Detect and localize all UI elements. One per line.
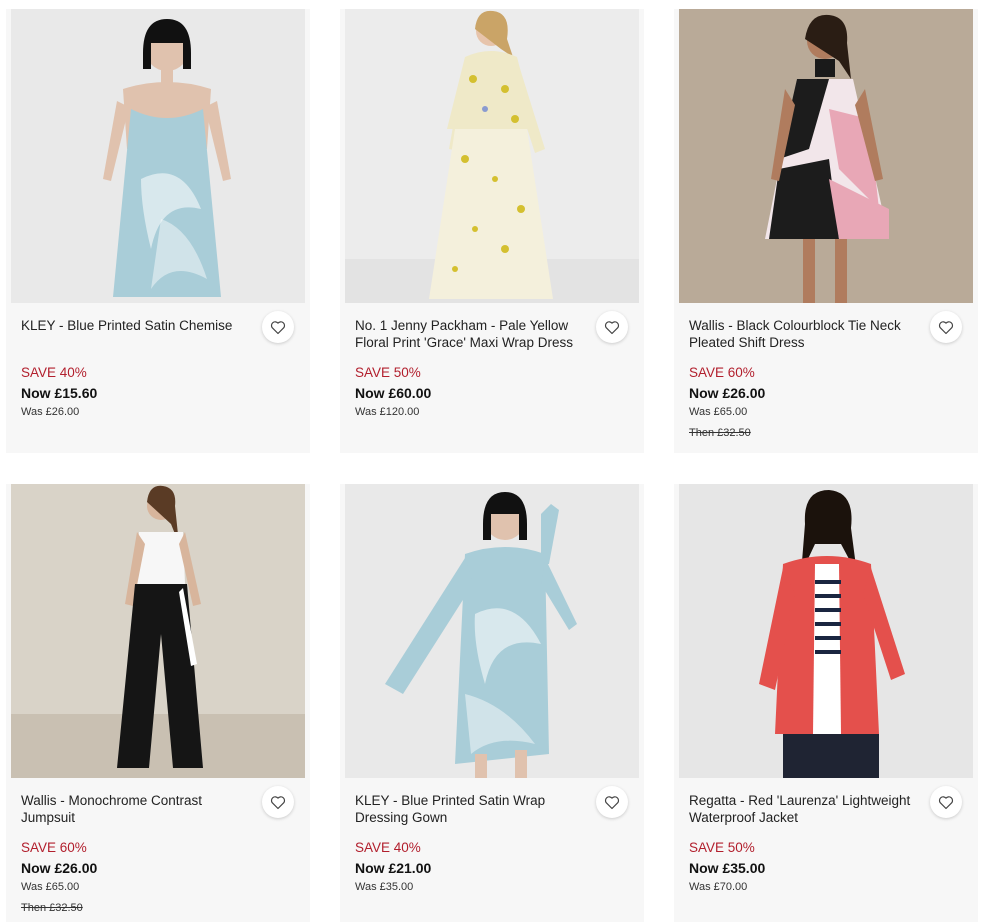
product-card[interactable]: Wallis - Monochrome Contrast Jumpsuit SA… [6, 484, 310, 922]
wishlist-button[interactable] [262, 311, 294, 343]
product-card[interactable]: KLEY - Blue Printed Satin Chemise SAVE 4… [6, 9, 310, 453]
wishlist-button[interactable] [930, 311, 962, 343]
current-price: Now £21.00 [355, 860, 432, 876]
then-price: Then £32.50 [689, 427, 751, 439]
save-percentage: SAVE 50% [355, 365, 421, 380]
current-price: Now £60.00 [355, 385, 432, 401]
product-image[interactable] [679, 484, 973, 778]
heart-icon [604, 795, 620, 809]
product-card[interactable]: Wallis - Black Colourblock Tie Neck Plea… [674, 9, 978, 453]
heart-icon [604, 320, 620, 334]
was-price: Was £65.00 [689, 406, 748, 418]
product-title[interactable]: Regatta - Red 'Laurenza' Lightweight Wat… [689, 792, 919, 826]
current-price: Now £35.00 [689, 860, 766, 876]
product-grid: KLEY - Blue Printed Satin Chemise SAVE 4… [0, 0, 981, 922]
was-price: Was £35.00 [355, 881, 414, 893]
save-percentage: SAVE 60% [689, 365, 755, 380]
was-price: Was £120.00 [355, 406, 420, 418]
product-image[interactable] [345, 484, 639, 778]
then-price: Then £32.50 [21, 902, 83, 914]
save-percentage: SAVE 40% [21, 365, 87, 380]
product-title[interactable]: KLEY - Blue Printed Satin Chemise [21, 317, 251, 334]
product-image[interactable] [679, 9, 973, 303]
heart-icon [270, 320, 286, 334]
heart-icon [938, 795, 954, 809]
product-title[interactable]: No. 1 Jenny Packham - Pale Yellow Floral… [355, 317, 585, 351]
wishlist-button[interactable] [596, 786, 628, 818]
current-price: Now £26.00 [689, 385, 766, 401]
heart-icon [938, 320, 954, 334]
current-price: Now £15.60 [21, 385, 98, 401]
wishlist-button[interactable] [596, 311, 628, 343]
product-title[interactable]: Wallis - Black Colourblock Tie Neck Plea… [689, 317, 919, 351]
was-price: Was £70.00 [689, 881, 748, 893]
was-price: Was £26.00 [21, 406, 80, 418]
product-image[interactable] [345, 9, 639, 303]
wishlist-button[interactable] [262, 786, 294, 818]
product-title[interactable]: KLEY - Blue Printed Satin Wrap Dressing … [355, 792, 585, 826]
save-percentage: SAVE 60% [21, 840, 87, 855]
current-price: Now £26.00 [21, 860, 98, 876]
product-card[interactable]: Regatta - Red 'Laurenza' Lightweight Wat… [674, 484, 978, 922]
product-card[interactable]: No. 1 Jenny Packham - Pale Yellow Floral… [340, 9, 644, 453]
product-card[interactable]: KLEY - Blue Printed Satin Wrap Dressing … [340, 484, 644, 922]
save-percentage: SAVE 50% [689, 840, 755, 855]
wishlist-button[interactable] [930, 786, 962, 818]
product-title[interactable]: Wallis - Monochrome Contrast Jumpsuit [21, 792, 251, 826]
product-image[interactable] [11, 484, 305, 778]
heart-icon [270, 795, 286, 809]
product-image[interactable] [11, 9, 305, 303]
was-price: Was £65.00 [21, 881, 80, 893]
save-percentage: SAVE 40% [355, 840, 421, 855]
